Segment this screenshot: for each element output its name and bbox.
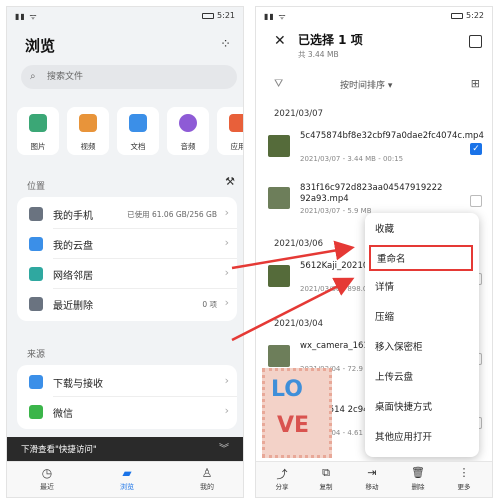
annotation-arrows: [231, 240, 355, 342]
arrow-to-menu: [231, 277, 355, 342]
arrow-to-file: [231, 240, 355, 270]
screenshot-stage: ▮▮ ᯤ 5:21 浏览 ⁘ ⌕ 搜索文件 图片 视频 文档 音频 应用 位置 …: [0, 0, 500, 502]
